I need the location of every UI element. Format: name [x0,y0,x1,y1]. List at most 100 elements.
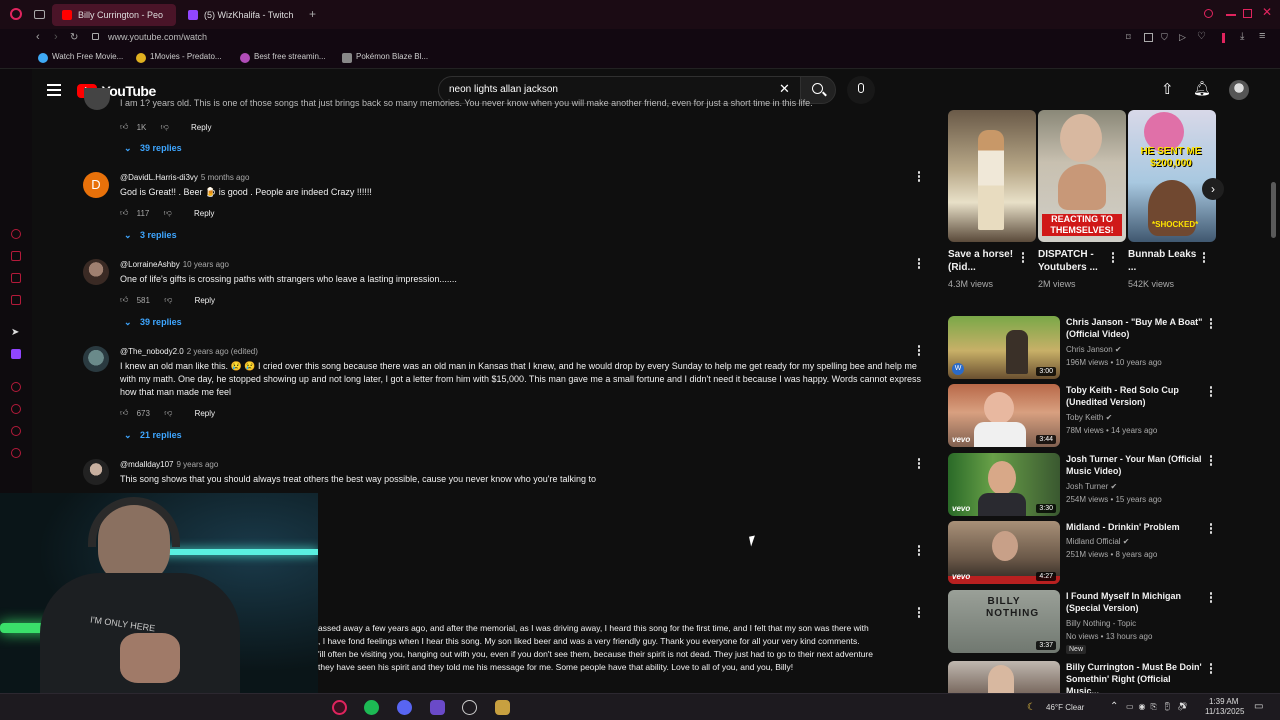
video-thumbnail[interactable] [948,661,1060,693]
video-thumbnail[interactable]: BILLY NOTHING 3:37 [948,590,1060,653]
video-more-icon[interactable] [1209,663,1213,675]
video-channel[interactable]: Chris Janson ✔ [1066,345,1122,354]
comment-author[interactable]: @mdallday107 9 years ago [120,460,218,469]
workspaces-icon[interactable] [34,10,45,19]
comment-avatar[interactable] [83,459,109,485]
clear-search-icon[interactable]: ✕ [779,81,790,97]
bookmark-best-free-streaming[interactable]: Best free streamin... [240,52,326,63]
view-replies-button[interactable]: ⌄ 3 replies [124,230,177,241]
video-thumbnail[interactable]: vevo 4:27 [948,521,1060,584]
extension-icon[interactable] [1222,33,1225,43]
comment-avatar[interactable] [83,259,109,285]
menu-icon[interactable]: ≡ [1259,30,1265,42]
play-icon[interactable]: ▷ [1179,32,1186,43]
short-title[interactable]: DISPATCH - Youtubers ... [1038,248,1108,274]
taskbar-app-icon[interactable] [430,700,445,715]
comment-more-icon[interactable] [917,607,921,619]
taskbar-opera-icon[interactable] [332,700,347,715]
shorts-next-button[interactable]: › [1202,178,1224,200]
view-replies-button[interactable]: ⌄ 39 replies [124,143,182,154]
close-window-button[interactable]: ✕ [1262,5,1272,19]
sidebar-app-icon[interactable] [11,382,21,392]
short-more-icon[interactable] [1111,252,1115,264]
video-thumbnail[interactable]: vevo 3:30 [948,453,1060,516]
hamburger-menu-icon[interactable] [47,84,61,96]
reply-button[interactable]: Reply [195,296,215,305]
video-title[interactable]: I Found Myself In Michigan (Special Vers… [1066,590,1206,614]
page-scrollbar[interactable] [1271,182,1276,238]
download-icon[interactable]: ⤓ [1240,31,1244,42]
bookmark-icon[interactable]: ⌑ [1126,32,1131,43]
sidebar-app-icon[interactable] [11,229,21,239]
comment-author[interactable]: @DavidL.Harris-di3vy 5 months ago [120,173,249,182]
browser-logo-icon[interactable] [10,8,22,20]
comment-avatar[interactable] [83,346,109,372]
short-more-icon[interactable] [1202,252,1206,264]
reply-button[interactable]: Reply [194,209,214,218]
view-replies-button[interactable]: ⌄ 39 replies [124,317,182,328]
comment-more-icon[interactable] [917,545,921,557]
minimize-button[interactable] [1226,14,1236,16]
sidebar-app-icon[interactable] [11,295,21,305]
heart-icon[interactable]: ♡ [1197,31,1206,42]
clock-date[interactable]: 11/13/2025 [1205,707,1244,716]
forward-icon[interactable]: › [54,31,58,43]
tab-billy-currington[interactable]: Billy Currington - Peo [52,4,176,26]
comment-avatar[interactable]: D [83,172,109,198]
screenshot-icon[interactable] [1144,33,1153,42]
tab-twitch[interactable]: (5) WizKhalifa - Twitch [178,4,302,26]
sidebar-settings-icon[interactable] [11,448,21,458]
short-more-icon[interactable] [1021,252,1025,264]
taskbar-league-icon[interactable] [495,700,510,715]
video-title[interactable]: Chris Janson - "Buy Me A Boat" (Official… [1066,316,1206,340]
video-channel[interactable]: Midland Official ✔ [1066,537,1129,546]
reply-button[interactable]: Reply [191,123,211,132]
sidebar-app-icon[interactable] [11,404,21,414]
upload-icon[interactable]: ⇧ [1161,80,1174,98]
notifications-bell-icon[interactable]: 🔔︎ [1193,80,1211,97]
account-avatar[interactable] [1229,80,1249,100]
comment-more-icon[interactable] [917,258,921,270]
short-thumbnail[interactable] [948,110,1036,242]
sidebar-app-icon[interactable] [11,251,21,261]
short-title[interactable]: Save a horse! (Rid... [948,248,1018,274]
video-title[interactable]: Toby Keith - Red Solo Cup (Unedited Vers… [1066,384,1206,408]
video-more-icon[interactable] [1209,455,1213,467]
video-channel[interactable]: Toby Keith ✔ [1066,413,1112,422]
sidebar-app-icon[interactable] [11,426,21,436]
dislike-icon[interactable]: 👎︎ [164,408,172,418]
sidebar-twitch-icon[interactable] [11,349,21,359]
bookmark-watch-free-movies[interactable]: Watch Free Movie... [38,52,123,63]
dislike-icon[interactable]: 👎︎ [161,122,169,132]
video-title[interactable]: Billy Currington - Must Be Doin' Somethi… [1066,661,1206,693]
tray-icons[interactable]: ▭◉⎘🔋︎🔊︎ [1126,702,1192,712]
bookmark-pokemon-blaze[interactable]: Pokémon Blaze Bl... [342,52,428,63]
reply-button[interactable]: Reply [195,409,215,418]
search-tabs-icon[interactable] [1204,9,1213,18]
like-icon[interactable]: 👍︎ [120,295,128,305]
comment-author[interactable]: @The_nobody2.0 2 years ago (edited) [120,347,258,356]
video-thumbnail[interactable]: vevo 3:44 [948,384,1060,447]
comment-more-icon[interactable] [917,171,921,183]
bookmark-1movies[interactable]: 1Movies - Predato... [136,52,222,63]
taskbar-steam-icon[interactable] [462,700,477,715]
notifications-icon[interactable]: ▭ [1254,701,1263,712]
short-thumbnail[interactable]: HE SENT ME $200,000 *SHOCKED* [1128,110,1216,242]
video-title[interactable]: Midland - Drinkin' Problem [1066,521,1206,533]
comment-more-icon[interactable] [917,345,921,357]
video-channel[interactable]: Josh Turner ✔ [1066,482,1117,491]
comment-more-icon[interactable] [917,458,921,470]
video-more-icon[interactable] [1209,523,1213,535]
reload-icon[interactable]: ↻ [70,32,78,43]
taskbar-discord-icon[interactable] [397,700,412,715]
sidebar-app-icon[interactable] [11,273,21,283]
url-field[interactable]: www.youtube.com/watch [108,32,207,42]
voice-search-button[interactable] [847,76,875,104]
tray-chevron-icon[interactable]: ⌃ [1110,701,1118,712]
short-title[interactable]: Bunnab Leaks ... [1128,248,1198,274]
video-more-icon[interactable] [1209,386,1213,398]
comment-author[interactable]: @LorraineAshby 10 years ago [120,260,229,269]
taskbar-spotify-icon[interactable] [364,700,379,715]
dislike-icon[interactable]: 👎︎ [164,295,172,305]
new-tab-button[interactable]: + [309,7,316,21]
